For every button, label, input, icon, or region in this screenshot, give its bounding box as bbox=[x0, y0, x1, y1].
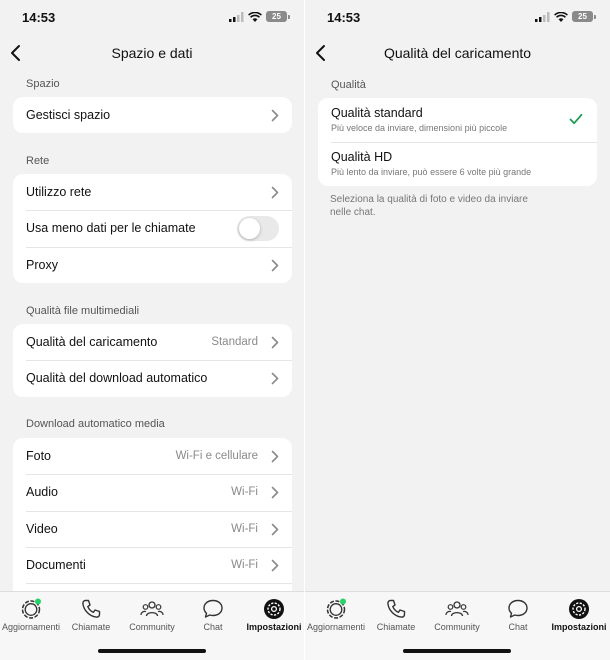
status-icons: 25 bbox=[535, 11, 596, 22]
community-icon bbox=[445, 601, 469, 617]
section-label-rete: Rete bbox=[26, 155, 50, 167]
left-screen-storage-and-data: 14:53 25 Spazio e dati Spazio Gestisci s… bbox=[0, 0, 304, 660]
tab-chiamate[interactable]: Chiamate bbox=[60, 592, 122, 640]
group-rete: Utilizzo rete Usa meno dati per le chiam… bbox=[13, 174, 292, 283]
option-quality-standard[interactable]: Qualità standard Più veloce da inviare, … bbox=[318, 98, 597, 142]
tab-aggiornamenti[interactable]: Aggiornamenti bbox=[305, 592, 367, 640]
upload-quality-value: Standard bbox=[211, 336, 258, 348]
status-time: 14:53 bbox=[22, 10, 56, 25]
group-qualita: Qualità del caricamento Standard Qualità… bbox=[13, 324, 292, 397]
section-label-qualita: Qualità file multimediali bbox=[26, 305, 140, 317]
status-time: 14:53 bbox=[327, 10, 361, 25]
tab-impostazioni[interactable]: Impostazioni bbox=[243, 592, 304, 640]
row-foto[interactable]: Foto Wi-Fi e cellulare bbox=[13, 438, 292, 474]
row-utilizzo-rete[interactable]: Utilizzo rete bbox=[13, 174, 292, 210]
row-gestisci-spazio[interactable]: Gestisci spazio bbox=[13, 97, 292, 133]
tab-chat[interactable]: Chat bbox=[487, 592, 549, 640]
group-quality-options: Qualità standard Più veloce da inviare, … bbox=[318, 98, 597, 186]
tab-aggiornamenti[interactable]: Aggiornamenti bbox=[0, 592, 62, 640]
page-title: Spazio e dati bbox=[111, 45, 193, 61]
row-qualita-download[interactable]: Qualità del download automatico bbox=[13, 360, 292, 396]
section-label-qualita: Qualità bbox=[331, 79, 366, 91]
chevron-right-icon bbox=[271, 372, 279, 385]
row-usa-meno-dati: Usa meno dati per le chiamate bbox=[13, 210, 292, 246]
low-data-calls-toggle[interactable] bbox=[237, 216, 279, 242]
right-screen-upload-quality: 14:53 25 Qualità del caricamento Qualità… bbox=[305, 0, 610, 660]
section-label-download: Download automatico media bbox=[26, 418, 165, 430]
updates-icon bbox=[326, 598, 346, 619]
home-indicator[interactable] bbox=[403, 649, 511, 653]
chevron-right-icon bbox=[271, 450, 279, 463]
row-partial-hidden bbox=[13, 583, 292, 591]
wifi-icon bbox=[554, 11, 568, 22]
chevron-right-icon bbox=[271, 559, 279, 572]
checkmark-icon bbox=[569, 113, 583, 125]
row-audio[interactable]: Audio Wi-Fi bbox=[13, 474, 292, 510]
settings-icon bbox=[569, 599, 589, 619]
battery-icon: 25 bbox=[572, 11, 593, 22]
chevron-right-icon bbox=[271, 186, 279, 199]
community-icon bbox=[140, 601, 164, 617]
tab-community[interactable]: Community bbox=[426, 592, 488, 640]
row-qualita-caricamento[interactable]: Qualità del caricamento Standard bbox=[13, 324, 292, 360]
updates-icon bbox=[21, 598, 41, 619]
wifi-icon bbox=[248, 11, 262, 22]
settings-icon bbox=[264, 599, 284, 619]
chevron-right-icon bbox=[271, 259, 279, 271]
tab-chiamate[interactable]: Chiamate bbox=[365, 592, 427, 640]
chevron-right-icon bbox=[271, 336, 279, 349]
row-documenti[interactable]: Documenti Wi-Fi bbox=[13, 546, 292, 583]
page-title: Qualità del caricamento bbox=[383, 45, 532, 61]
tab-chat[interactable]: Chat bbox=[182, 592, 244, 640]
group-spazio: Gestisci spazio bbox=[13, 97, 292, 134]
option-quality-hd[interactable]: Qualità HD Più lento da inviare, può ess… bbox=[318, 142, 597, 186]
group-download: Foto Wi-Fi e cellulare Audio Wi-Fi Video… bbox=[13, 438, 292, 591]
quality-note: Seleziona la qualità di foto e video da … bbox=[330, 194, 528, 218]
tab-community[interactable]: Community bbox=[121, 592, 183, 640]
chevron-right-icon bbox=[271, 109, 279, 122]
tab-impostazioni[interactable]: Impostazioni bbox=[548, 592, 610, 640]
nav-bar: Spazio e dati bbox=[0, 36, 304, 70]
status-bar: 14:53 25 bbox=[305, 0, 610, 36]
phone-icon bbox=[82, 599, 101, 618]
chevron-right-icon bbox=[271, 486, 279, 499]
phone-icon bbox=[387, 599, 406, 618]
status-icons: 25 bbox=[229, 11, 290, 22]
nav-bar: Qualità del caricamento bbox=[305, 36, 610, 70]
chat-icon bbox=[203, 599, 223, 618]
signal-icon bbox=[535, 11, 550, 22]
signal-icon bbox=[229, 11, 244, 22]
row-proxy[interactable]: Proxy bbox=[13, 246, 292, 283]
chat-icon bbox=[508, 599, 528, 618]
chevron-right-icon bbox=[271, 523, 279, 535]
section-label-spazio: Spazio bbox=[26, 78, 60, 90]
battery-icon: 25 bbox=[266, 11, 287, 22]
status-bar: 14:53 25 bbox=[0, 0, 304, 36]
row-video[interactable]: Video Wi-Fi bbox=[13, 510, 292, 547]
home-indicator[interactable] bbox=[98, 649, 206, 653]
